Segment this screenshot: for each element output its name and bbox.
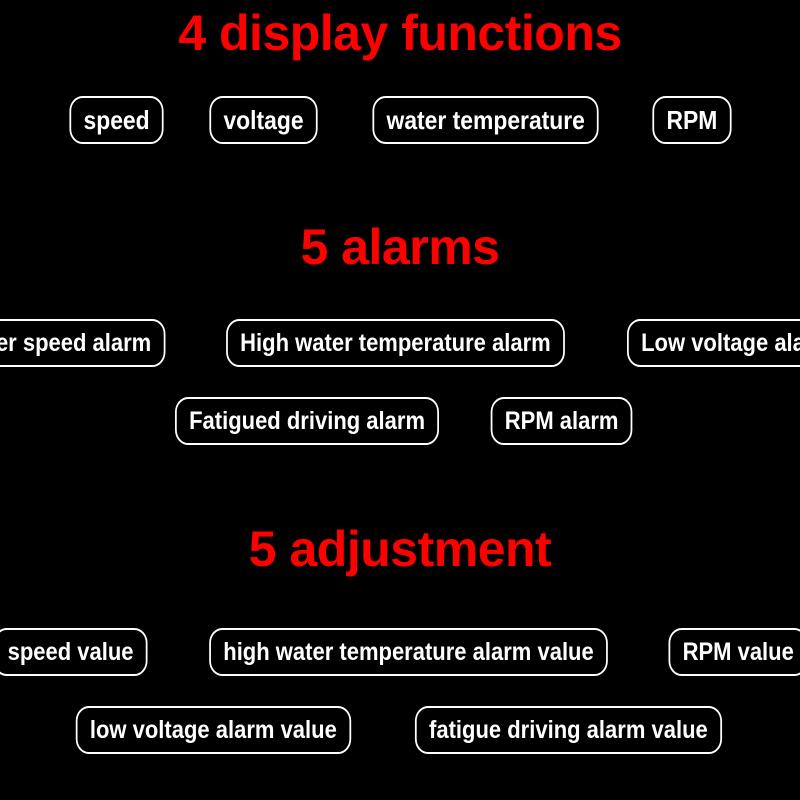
- section-title-adjustments: 5 adjustment: [248, 521, 552, 577]
- pill-rpm[interactable]: RPM: [652, 96, 732, 144]
- pill-row-adjustments-1: speed value high water temperature alarm…: [0, 628, 800, 676]
- pill-fatigue-driving-alarm-value[interactable]: fatigue driving alarm value: [414, 706, 722, 754]
- pill-label: High water temperature alarm: [240, 328, 552, 357]
- pill-high-water-temperature-alarm[interactable]: High water temperature alarm: [226, 319, 566, 367]
- pill-row-display-functions: speed voltage water temperature RPM: [0, 96, 800, 144]
- pill-row-alarms-2: Fatigued driving alarm RPM alarm: [0, 397, 800, 445]
- pill-label: Low voltage alarm: [641, 328, 800, 357]
- section-title-alarms: 5 alarms: [300, 219, 500, 275]
- pill-label: fatigue driving alarm value: [428, 715, 708, 744]
- pill-over-speed-alarm[interactable]: Over speed alarm: [0, 319, 165, 367]
- pill-low-voltage-alarm-value[interactable]: low voltage alarm value: [76, 706, 352, 754]
- pill-high-water-temperature-alarm-value[interactable]: high water temperature alarm value: [209, 628, 608, 676]
- pill-speed[interactable]: speed: [69, 96, 165, 144]
- pill-rpm-alarm[interactable]: RPM alarm: [491, 397, 633, 445]
- pill-label: low voltage alarm value: [90, 715, 338, 744]
- pill-rpm-value[interactable]: RPM value: [668, 628, 800, 676]
- feature-overview-page: 4 display functions speed voltage water …: [0, 0, 800, 800]
- pill-low-voltage-alarm[interactable]: Low voltage alarm: [627, 319, 800, 367]
- pill-voltage[interactable]: voltage: [209, 96, 319, 144]
- pill-label: Over speed alarm: [0, 328, 151, 357]
- pill-label: speed: [83, 105, 150, 135]
- pill-label: voltage: [223, 105, 305, 135]
- pill-row-adjustments-2: low voltage alarm value fatigue driving …: [0, 706, 800, 754]
- pill-row-alarms-1: Over speed alarm High water temperature …: [0, 319, 800, 367]
- pill-label: RPM: [666, 105, 718, 135]
- section-alarms: 5 alarms Over speed alarm High water tem…: [0, 222, 800, 445]
- section-title-display-functions: 4 display functions: [178, 5, 622, 61]
- section-adjustments: 5 adjustment speed value high water temp…: [0, 524, 800, 754]
- pill-label: high water temperature alarm value: [223, 637, 594, 666]
- pill-label: RPM value: [682, 637, 794, 666]
- pill-label: Fatigued driving alarm: [189, 406, 426, 435]
- pill-label: speed value: [7, 637, 134, 666]
- pill-label: RPM alarm: [505, 406, 619, 435]
- pill-label: water temperature: [387, 105, 586, 135]
- pill-water-temperature[interactable]: water temperature: [372, 96, 600, 144]
- pill-speed-value[interactable]: speed value: [0, 628, 148, 676]
- section-display-functions: 4 display functions speed voltage water …: [0, 8, 800, 144]
- pill-fatigued-driving-alarm[interactable]: Fatigued driving alarm: [175, 397, 440, 445]
